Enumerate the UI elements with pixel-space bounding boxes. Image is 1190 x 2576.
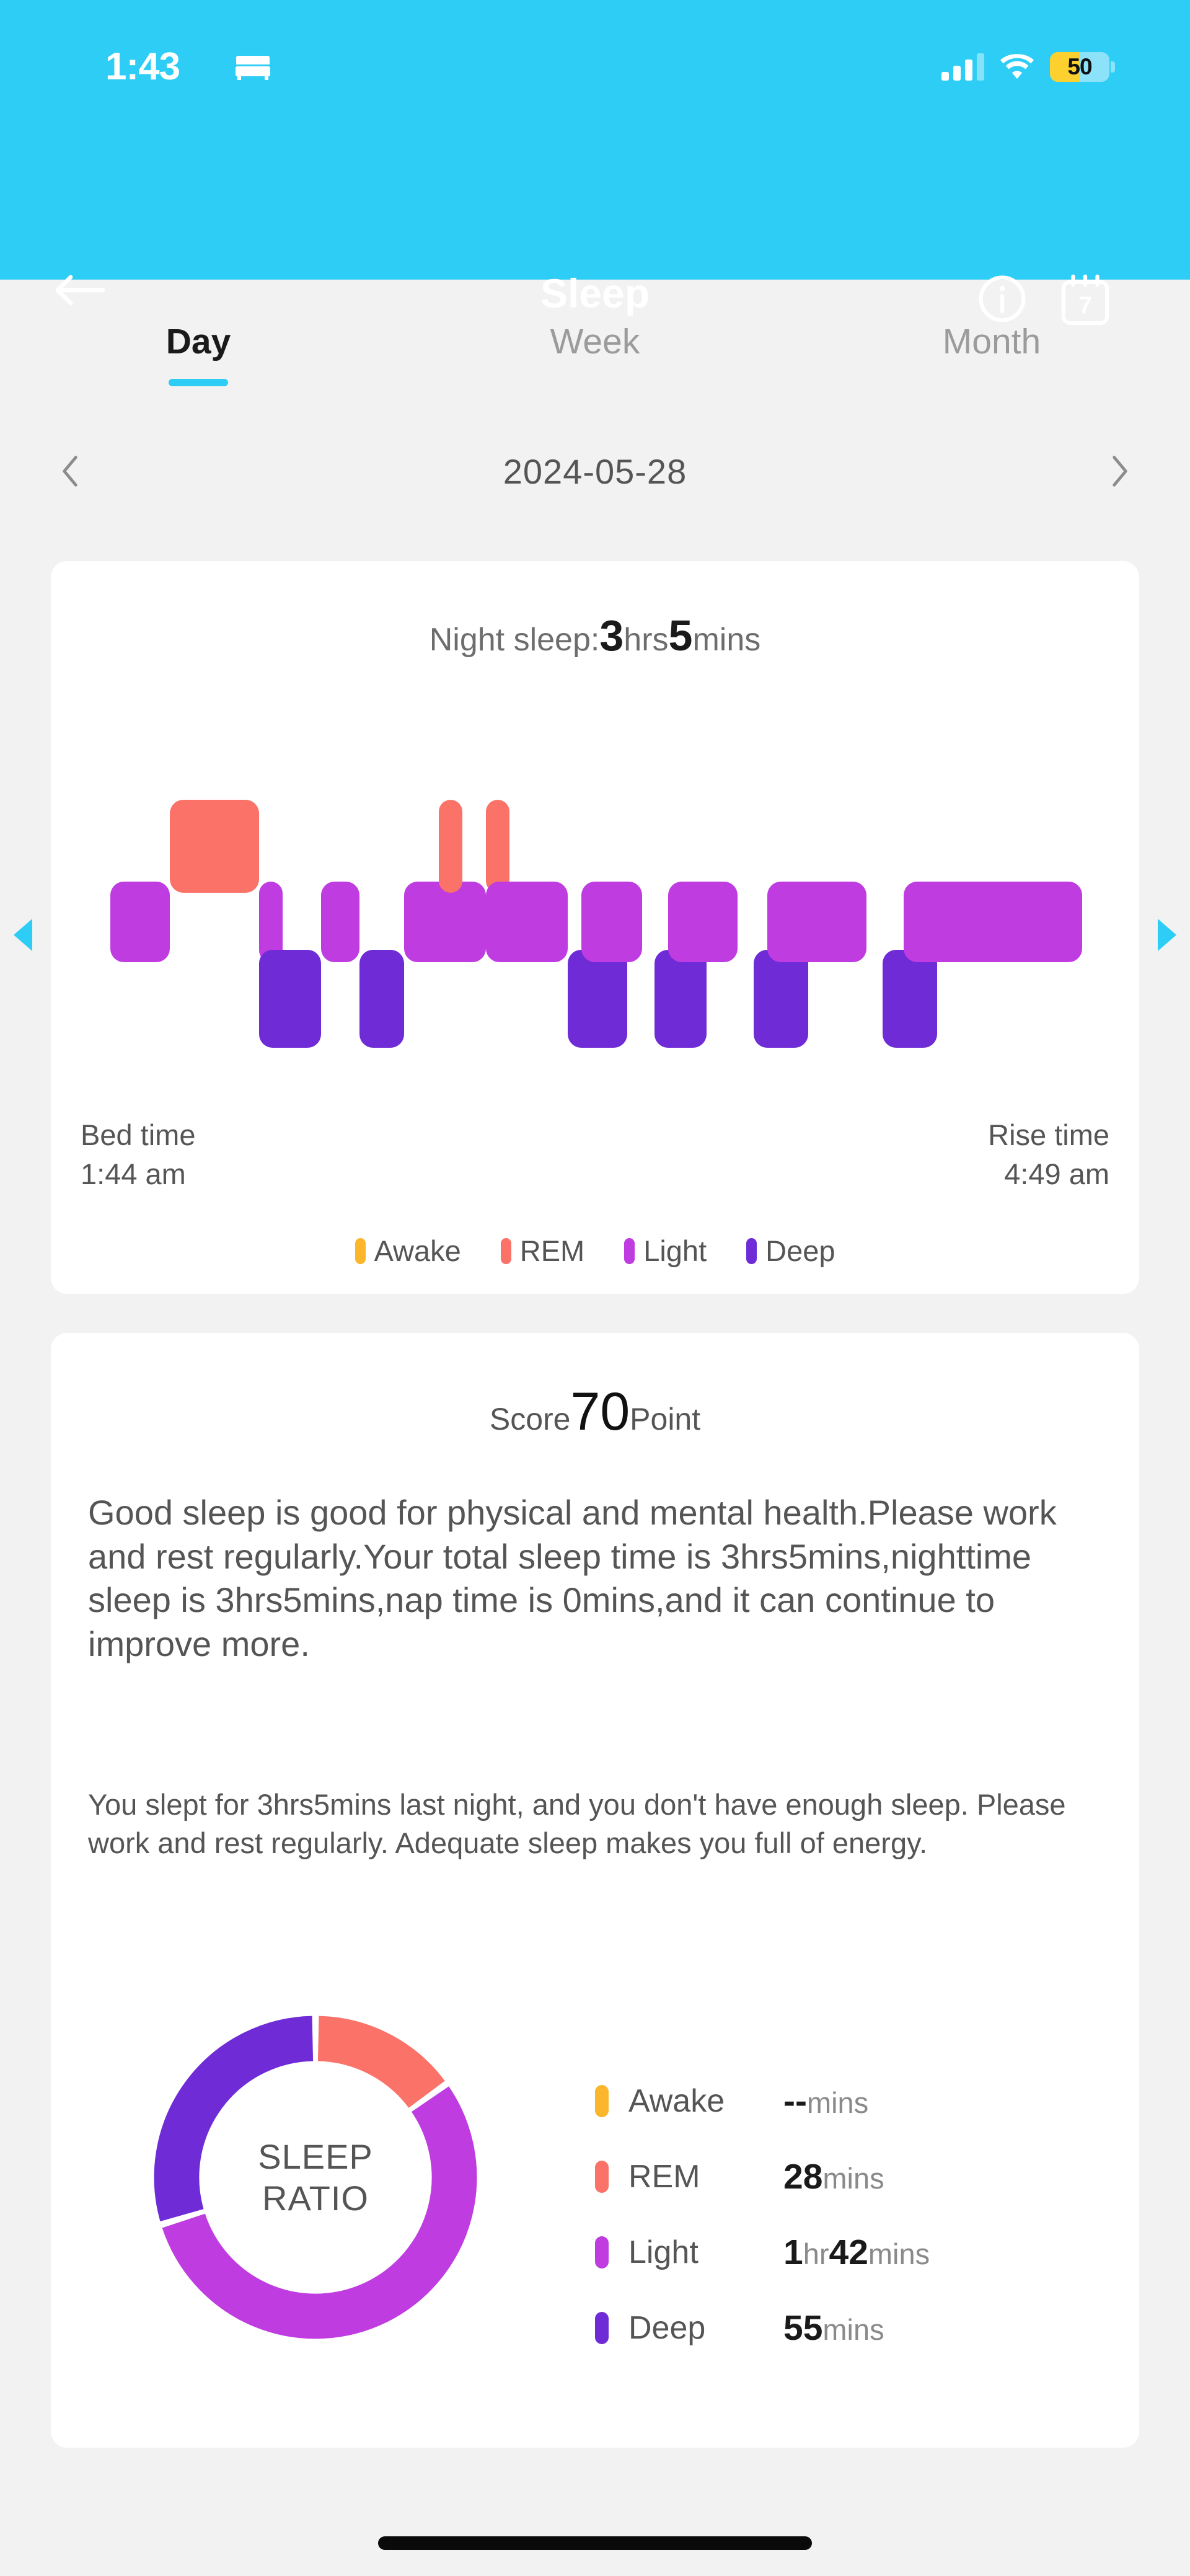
bed-time-block: Bed time 1:44 am (81, 1116, 195, 1193)
stat-swatch-awake-icon (595, 2085, 609, 2117)
hypnogram-segment-light (110, 882, 170, 962)
hypnogram-segment-deep (359, 950, 404, 1048)
sleep-ratio-donut-chart[interactable]: SLEEP RATIO (133, 2004, 498, 2351)
legend-item-rem: REM (501, 1234, 584, 1268)
night-sleep-minutes: 5 (669, 611, 693, 660)
chevron-left-icon (61, 455, 79, 487)
wifi-icon (1000, 54, 1034, 80)
sleep-advice-secondary: You slept for 3hrs5mins last night, and … (88, 1786, 1104, 1862)
hypnogram-segment-light (581, 882, 642, 962)
hypnogram-segment-deep (259, 950, 321, 1048)
triangle-left-icon[interactable] (14, 919, 32, 951)
sleep-stage-legend: Awake REM Light Deep (0, 1234, 1190, 1268)
stat-label: Deep (628, 2309, 783, 2347)
period-tabs: Day Week Month (0, 280, 1190, 404)
sleep-score-headline: Score70Point (0, 1381, 1190, 1443)
tab-active-underline (169, 379, 228, 386)
night-sleep-headline: Night sleep:3hrs5mins (0, 611, 1190, 660)
night-sleep-hours: 3 (599, 611, 624, 660)
chevron-right-icon (1111, 455, 1129, 487)
stat-label: REM (628, 2158, 783, 2195)
sleep-screen: 1:43 50 Sleep (0, 0, 1190, 2576)
tab-month[interactable]: Month (793, 280, 1190, 404)
status-bar: 1:43 50 (0, 0, 1190, 102)
donut-center-line-2: RATIO (262, 2177, 369, 2219)
legend-swatch-awake-icon (355, 1238, 366, 1264)
hypnogram-segment-light (486, 882, 568, 962)
ratio-stat-row-awake: Awake--mins (595, 2063, 1078, 2139)
stat-value: --mins (783, 2081, 868, 2122)
legend-swatch-light-icon (624, 1238, 635, 1264)
night-sleep-prefix: Night sleep: (430, 622, 600, 658)
status-bar-indicators: 50 (941, 52, 1109, 82)
legend-swatch-deep-icon (746, 1238, 757, 1264)
date-navigator: 2024-05-28 (0, 428, 1190, 515)
legend-label: Deep (765, 1234, 835, 1268)
night-sleep-hours-unit: hrs (624, 622, 668, 658)
legend-item-deep: Deep (746, 1234, 835, 1268)
battery-level-label: 50 (1067, 54, 1091, 80)
triangle-right-icon[interactable] (1158, 919, 1176, 951)
legend-label: Awake (374, 1234, 461, 1268)
bed-rise-times: Bed time 1:44 am Rise time 4:49 am (81, 1116, 1109, 1193)
legend-label: REM (520, 1234, 584, 1268)
hypnogram-segment-light (767, 882, 866, 962)
stat-label: Light (628, 2234, 783, 2271)
hypnogram-segment-light (321, 882, 359, 962)
score-label: Score (490, 1402, 571, 1436)
hypnogram-segment-rem (486, 800, 509, 893)
stat-value: 28mins (783, 2156, 884, 2197)
bed-time-label: Bed time (81, 1116, 195, 1155)
tab-month-label: Month (943, 321, 1041, 362)
rise-time-value: 4:49 am (988, 1155, 1109, 1194)
sleep-hypnogram-chart[interactable] (110, 800, 1082, 1048)
legend-swatch-rem-icon (501, 1238, 511, 1264)
hypnogram-segment-light (404, 882, 486, 962)
nav-bar: Sleep 7 (0, 102, 1190, 280)
stat-value: 1hr42mins (783, 2232, 930, 2273)
score-unit: Point (630, 1402, 700, 1436)
legend-label: Light (643, 1234, 707, 1268)
current-date-label[interactable]: 2024-05-28 (503, 451, 687, 492)
hypnogram-segment-light (904, 882, 1082, 962)
hypnogram-segment-rem (170, 800, 259, 893)
stat-value: 55mins (783, 2308, 884, 2348)
donut-center-line-1: SLEEP (258, 2136, 373, 2177)
donut-center-label: SLEEP RATIO (133, 2004, 498, 2351)
tab-day[interactable]: Day (0, 280, 397, 404)
sleep-advice-primary: Good sleep is good for physical and ment… (88, 1491, 1104, 1666)
hypnogram-segment-light (668, 882, 738, 962)
hypnogram-segment-deep (654, 950, 707, 1048)
rise-time-block: Rise time 4:49 am (988, 1116, 1109, 1193)
stat-swatch-rem-icon (595, 2161, 609, 2193)
sleep-ratio-stats: Awake--minsREM28minsLight1hr42minsDeep55… (595, 2063, 1078, 2366)
hypnogram-segment-rem (439, 800, 462, 893)
tab-week-label: Week (550, 321, 640, 362)
battery-icon: 50 (1050, 52, 1109, 82)
date-prev-button[interactable] (48, 449, 92, 493)
hypnogram-segment-deep (883, 950, 937, 1048)
cellular-signal-icon (941, 53, 984, 81)
status-bar-clock: 1:43 (105, 45, 180, 89)
legend-item-light: Light (624, 1234, 707, 1268)
bed-time-value: 1:44 am (81, 1155, 195, 1194)
rise-time-label: Rise time (988, 1116, 1109, 1155)
tab-week[interactable]: Week (397, 280, 793, 404)
stat-swatch-light-icon (595, 2236, 609, 2268)
legend-item-awake: Awake (355, 1234, 461, 1268)
stat-label: Awake (628, 2082, 783, 2120)
ratio-stat-row-rem: REM28mins (595, 2139, 1078, 2215)
tab-day-label: Day (166, 321, 231, 362)
hypnogram-segment-deep (568, 950, 627, 1048)
stat-swatch-deep-icon (595, 2312, 609, 2344)
date-next-button[interactable] (1098, 449, 1142, 493)
score-value: 70 (570, 1382, 630, 1441)
night-sleep-minutes-unit: mins (692, 622, 760, 658)
home-indicator (378, 2536, 812, 2550)
bed-icon (236, 53, 270, 81)
ratio-stat-row-light: Light1hr42mins (595, 2215, 1078, 2290)
hypnogram-segment-deep (754, 950, 808, 1048)
ratio-stat-row-deep: Deep55mins (595, 2290, 1078, 2366)
